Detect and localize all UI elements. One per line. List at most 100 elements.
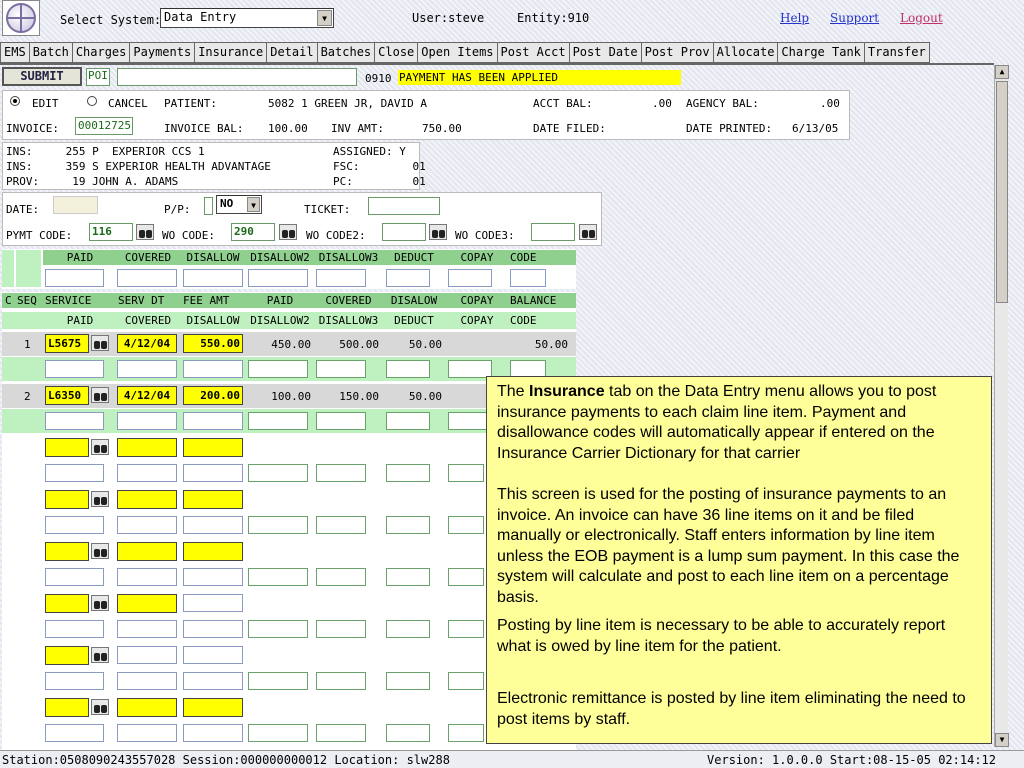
copay-input[interactable] (448, 724, 484, 742)
fee-input[interactable] (183, 698, 243, 717)
binoculars-icon[interactable] (579, 224, 597, 240)
disallow2-input[interactable] (248, 412, 308, 430)
disallow-input[interactable] (183, 724, 243, 742)
deduct-input[interactable] (386, 516, 430, 534)
fee-input[interactable] (183, 594, 243, 612)
disallow2-input[interactable] (248, 724, 308, 742)
pymt-code-input[interactable]: 116 (89, 223, 133, 241)
disallow-input[interactable] (183, 516, 243, 534)
lump-covered-input[interactable] (117, 269, 177, 287)
disallow-input[interactable] (183, 568, 243, 586)
deduct-input[interactable] (386, 568, 430, 586)
tab-detail[interactable]: Detail (267, 42, 318, 63)
binoculars-icon[interactable] (279, 224, 297, 240)
paid-input[interactable] (45, 672, 104, 690)
invoice-input[interactable]: 00012725 (75, 117, 133, 135)
deduct-input[interactable] (386, 724, 430, 742)
disallow3-input[interactable] (316, 464, 366, 482)
binoculars-icon[interactable] (91, 647, 109, 663)
tab-post-acct[interactable]: Post Acct (497, 42, 570, 63)
service-input[interactable] (45, 438, 89, 457)
deduct-input[interactable] (386, 620, 430, 638)
serv-dt-input[interactable] (117, 490, 177, 509)
disallow2-input[interactable] (248, 464, 308, 482)
tab-post-date[interactable]: Post Date (569, 42, 642, 63)
paid-input[interactable] (45, 516, 104, 534)
service-input[interactable] (45, 646, 89, 665)
service-input[interactable] (45, 698, 89, 717)
wo-code3-input[interactable] (531, 223, 575, 241)
cancel-radio[interactable] (87, 96, 97, 106)
lump-copay-input[interactable] (448, 269, 492, 287)
submit-button[interactable]: SUBMIT (2, 67, 82, 86)
service-input[interactable] (45, 594, 89, 613)
binoculars-icon[interactable] (91, 439, 109, 455)
paid-input[interactable] (45, 724, 104, 742)
ticket-input[interactable] (368, 197, 440, 215)
serv-dt-input[interactable] (117, 698, 177, 717)
tab-insurance[interactable]: Insurance (195, 42, 268, 63)
tab-charge-tank[interactable]: Charge Tank (778, 42, 865, 63)
serv-dt-input[interactable] (117, 438, 177, 457)
tab-open-items[interactable]: Open Items (418, 42, 498, 63)
binoculars-icon[interactable] (136, 224, 154, 240)
fee-input[interactable] (183, 542, 243, 561)
logout-link[interactable]: Logout (900, 11, 943, 25)
deduct-input[interactable] (386, 412, 430, 430)
serv-dt-input[interactable]: 4/12/04 (117, 386, 177, 405)
disallow3-input[interactable] (316, 620, 366, 638)
service-input[interactable]: L5675 (45, 334, 89, 353)
disallow2-input[interactable] (248, 620, 308, 638)
tab-ems[interactable]: EMS (0, 42, 30, 63)
covered-input[interactable] (117, 672, 177, 690)
paid-input[interactable] (45, 568, 104, 586)
covered-input[interactable] (117, 620, 177, 638)
disallow-input[interactable] (183, 464, 243, 482)
copay-input[interactable] (448, 516, 484, 534)
deduct-input[interactable] (386, 360, 430, 378)
paid-input[interactable] (45, 620, 104, 638)
service-input[interactable] (45, 490, 89, 509)
disallow3-input[interactable] (316, 516, 366, 534)
covered-input[interactable] (117, 412, 177, 430)
serv-dt-input[interactable] (117, 646, 177, 664)
poi-input[interactable] (117, 68, 357, 86)
lump-disallow-input[interactable] (183, 269, 243, 287)
tab-allocate[interactable]: Allocate (713, 42, 779, 63)
service-input[interactable]: L6350 (45, 386, 89, 405)
copay-input[interactable] (448, 620, 484, 638)
tab-payments[interactable]: Payments (130, 42, 196, 63)
lump-paid-input[interactable] (45, 269, 104, 287)
paid-input[interactable] (45, 464, 104, 482)
copay-input[interactable] (448, 672, 484, 690)
copay-input[interactable] (448, 568, 484, 586)
fee-input[interactable] (183, 438, 243, 457)
tab-batch[interactable]: Batch (29, 42, 73, 63)
disallow-input[interactable] (183, 672, 243, 690)
paid-input[interactable] (45, 360, 104, 378)
paid-input[interactable] (45, 412, 104, 430)
serv-dt-input[interactable]: 4/12/04 (117, 334, 177, 353)
disallow-input[interactable] (183, 412, 243, 430)
deduct-input[interactable] (386, 464, 430, 482)
binoculars-icon[interactable] (91, 387, 109, 403)
disallow2-input[interactable] (248, 360, 308, 378)
disallow3-input[interactable] (316, 412, 366, 430)
covered-input[interactable] (117, 516, 177, 534)
fee-input[interactable] (183, 490, 243, 509)
binoculars-icon[interactable] (429, 224, 447, 240)
lump-deduct-input[interactable] (386, 269, 430, 287)
wo-code2-input[interactable] (382, 223, 426, 241)
binoculars-icon[interactable] (91, 699, 109, 715)
tab-batches[interactable]: Batches (317, 42, 376, 63)
covered-input[interactable] (117, 724, 177, 742)
pp-check[interactable] (204, 197, 213, 215)
scroll-up-icon[interactable]: ▲ (995, 65, 1009, 79)
fee-input[interactable]: 200.00 (183, 386, 243, 405)
disallow3-input[interactable] (316, 360, 366, 378)
system-select[interactable]: Data Entry ▼ (160, 8, 334, 28)
binoculars-icon[interactable] (91, 595, 109, 611)
edit-radio[interactable] (10, 96, 20, 106)
wo-code-input[interactable]: 290 (231, 223, 275, 241)
disallow2-input[interactable] (248, 516, 308, 534)
